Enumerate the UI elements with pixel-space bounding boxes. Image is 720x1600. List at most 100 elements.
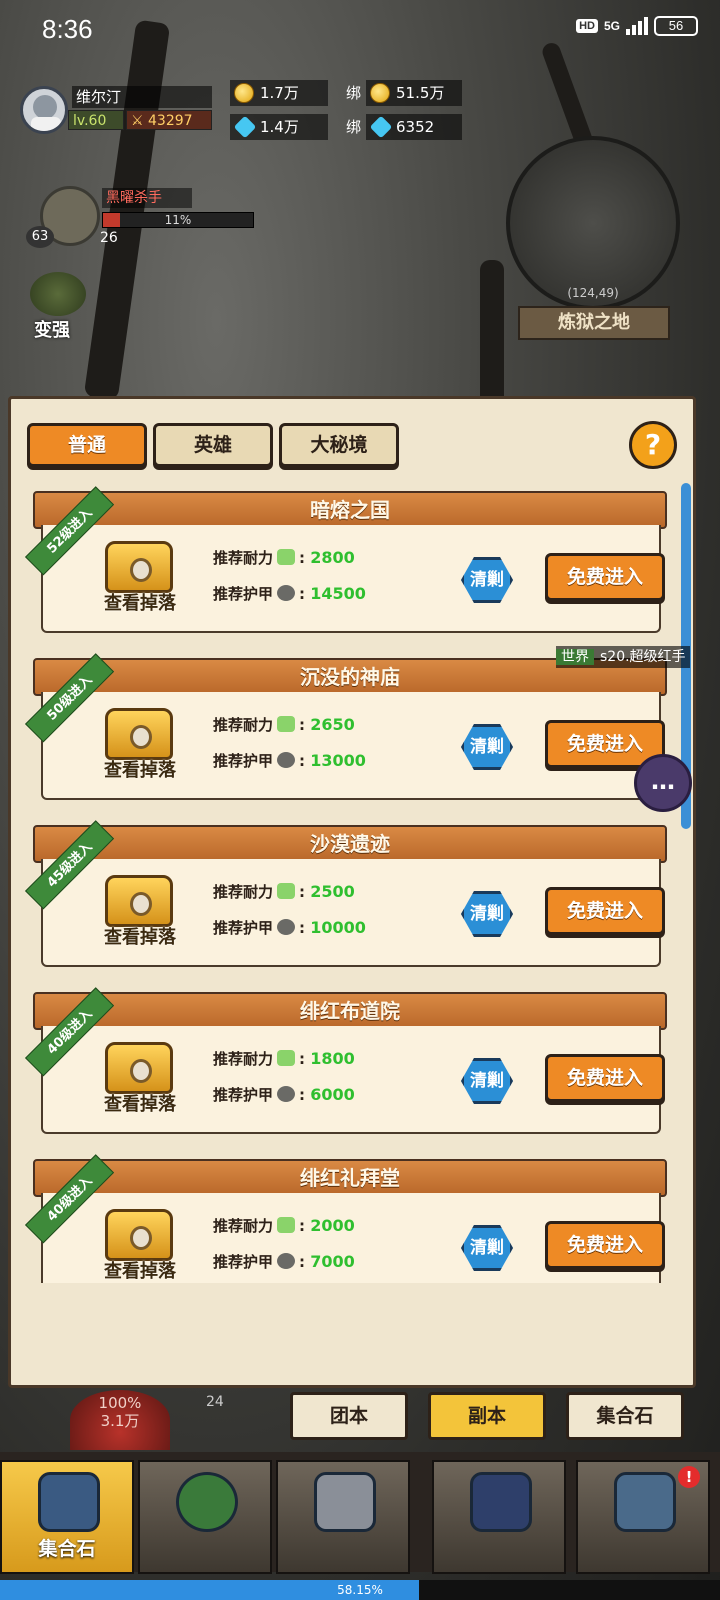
armor-value: 14500 [310,584,366,603]
nav-castle[interactable]: ! [576,1460,710,1574]
free-enter-button[interactable]: 免费进入 [545,553,665,601]
armor-label: 推荐护甲 [213,919,274,937]
world-chat-message[interactable]: 世界 s20.超级红手 [556,646,690,668]
stamina-label: 推荐耐力 [213,1217,274,1235]
gate-icon [470,1472,532,1532]
armor-value: 10000 [310,918,366,937]
armor-label: 推荐护甲 [213,1086,274,1104]
help-button[interactable]: ? [629,421,677,469]
tab-hero[interactable]: 英雄 [153,423,273,467]
player-power: ⚔ 43297 [126,110,212,130]
stamina-label: 推荐耐力 [213,1050,274,1068]
treasure-chest-icon[interactable] [105,541,173,593]
diamond-counter[interactable]: 1.4万 [230,114,328,140]
view-drops-button[interactable]: 查看掉落 [85,756,195,782]
strengthen-icon[interactable] [30,272,86,316]
gold-counter[interactable]: 1.7万 [230,80,328,106]
hd-icon: HD [576,19,598,33]
boss-hp-percent: 11% [164,213,192,227]
dungeon-name: 绯红礼拜堂 [33,1159,667,1197]
treasure-chest-icon[interactable] [105,875,173,927]
stamina-icon [277,1217,296,1233]
free-enter-button[interactable]: 免费进入 [545,1221,665,1269]
bound-diamond-counter[interactable]: 6352 [366,114,462,140]
diamond-plus-icon [369,115,393,139]
treasure-chest-icon[interactable] [105,1042,173,1094]
recommended-armor: 推荐护甲: 13000 [213,751,366,770]
armor-value: 13000 [310,751,366,770]
boss-name: 黑曜杀手 [102,188,192,208]
view-drops-button[interactable]: 查看掉落 [85,923,195,949]
clock: 8:36 [42,14,93,44]
signal-icon [626,17,648,35]
stamina-value: 2000 [310,1216,355,1235]
nav-hero[interactable] [138,1460,272,1574]
dungeon-card: 绯红布道院 查看掉落 推荐耐力: 1800 推荐护甲: 6000 清剿 免费进入… [25,986,677,1136]
experience-bar: 58.15% [0,1580,720,1600]
stamina-icon [277,549,296,565]
dungeon-list[interactable]: 暗熔之国 查看掉落 推荐耐力: 2800 推荐护甲: 14500 清剿 免费进入… [25,485,677,1283]
health-value: 3.1万 [100,1412,140,1430]
sweep-button[interactable]: 清剿 [461,891,513,937]
dungeon-card: 沙漠遗迹 查看掉落 推荐耐力: 2500 推荐护甲: 10000 清剿 免费进入… [25,819,677,969]
nav-battle[interactable] [276,1460,410,1574]
stamina-label: 推荐耐力 [213,549,274,567]
armor-icon [277,919,296,935]
diamond-value: 1.4万 [260,118,299,136]
map-location-name[interactable]: 炼狱之地 [518,306,670,340]
tab-great-rift[interactable]: 大秘境 [279,423,399,467]
experience-percent: 58.15% [337,1583,383,1597]
player-level: lv.60 [68,110,124,130]
subtab-gathering-stone[interactable]: 集合石 [566,1392,684,1440]
sweep-button[interactable]: 清剿 [461,724,513,770]
stamina-value: 2500 [310,882,355,901]
armor-icon [277,1086,296,1102]
status-icons: HD 5G 56 [576,16,698,36]
skill-slot-count: 24 [206,1394,224,1410]
recommended-armor: 推荐护甲: 7000 [213,1252,355,1271]
armor-value: 6000 [310,1085,355,1104]
stamina-label: 推荐耐力 [213,716,274,734]
view-drops-button[interactable]: 查看掉落 [85,1257,195,1283]
boss-count: 26 [100,230,118,246]
nav-gathering-stone[interactable]: 集合石 [0,1460,134,1574]
dungeon-card-body: 查看掉落 推荐耐力: 2500 推荐护甲: 10000 清剿 免费进入 [41,859,665,967]
armor-icon [277,585,296,601]
dungeon-name: 暗熔之国 [33,491,667,529]
view-drops-button[interactable]: 查看掉落 [85,589,195,615]
free-enter-button[interactable]: 免费进入 [545,887,665,935]
stone-icon [38,1472,100,1532]
sweep-button[interactable]: 清剿 [461,1058,513,1104]
subtab-raid[interactable]: 团本 [290,1392,408,1440]
minimap[interactable]: (124,49) [506,136,680,310]
player-avatar[interactable] [20,86,68,134]
dungeon-card-body: 查看掉落 推荐耐力: 2000 推荐护甲: 7000 清剿 免费进入 [41,1193,665,1283]
strengthen-label[interactable]: 变强 [34,316,70,342]
map-coordinates: (124,49) [567,286,619,300]
view-drops-button[interactable]: 查看掉落 [85,1090,195,1116]
treasure-chest-icon[interactable] [105,708,173,760]
network-type: 5G [603,19,620,33]
chat-message-text: s20.超级红手 [600,649,686,665]
bound-gold-counter[interactable]: 51.5万 [366,80,462,106]
sweep-button[interactable]: 清剿 [461,1225,513,1271]
stamina-icon [277,883,296,899]
subtab-dungeon[interactable]: 副本 [428,1392,546,1440]
dungeon-card-body: 查看掉落 推荐耐力: 2650 推荐护甲: 13000 清剿 免费进入 [41,692,665,800]
bottom-navigation: 集合石 ! [0,1452,720,1574]
dungeon-card: 沉没的神庙 查看掉落 推荐耐力: 2650 推荐护甲: 13000 清剿 免费进… [25,652,677,802]
armor-label: 推荐护甲 [213,1253,274,1271]
chat-bubble-icon[interactable]: … [634,754,692,812]
tab-normal[interactable]: 普通 [27,423,147,467]
mode-tabs: 普通 英雄 大秘境 [27,423,399,467]
player-name: 维尔汀 [72,86,212,108]
status-bar: 8:36 HD 5G 56 [0,0,720,60]
recommended-armor: 推荐护甲: 14500 [213,584,366,603]
nav-gate[interactable] [432,1460,566,1574]
treasure-chest-icon[interactable] [105,1209,173,1261]
notification-badge: ! [678,1466,700,1488]
free-enter-button[interactable]: 免费进入 [545,1054,665,1102]
recommended-armor: 推荐护甲: 6000 [213,1085,355,1104]
sweep-button[interactable]: 清剿 [461,557,513,603]
dungeon-card-body: 查看掉落 推荐耐力: 2800 推荐护甲: 14500 清剿 免费进入 [41,525,665,633]
